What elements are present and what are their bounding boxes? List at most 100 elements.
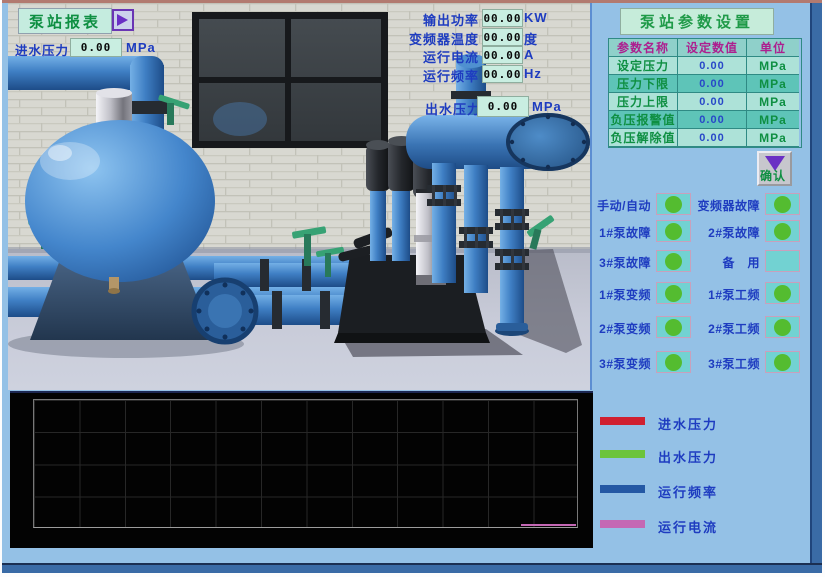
- run-current-value: 00.00: [482, 46, 523, 64]
- status-indicator: [765, 351, 800, 373]
- param-name: 负压解除值: [609, 129, 678, 147]
- status-indicator: [765, 193, 800, 215]
- status-label: 手动/自动: [597, 197, 651, 214]
- right-border: [810, 3, 822, 573]
- outlet-pressure-label: 出水压力: [425, 99, 481, 118]
- status-label: 备 用: [722, 254, 760, 271]
- legend-swatch-outlet-pressure: [600, 450, 645, 458]
- pump-station-hmi: 泵站报表 进水压力 0.00 MPa 输出功率 00.00 KW 变频器温度 0…: [0, 0, 825, 577]
- status-label: 变频器故障: [697, 197, 760, 214]
- lamp-on-icon: [665, 354, 682, 371]
- report-play-button[interactable]: [112, 9, 134, 31]
- flanged-end-cap: [192, 278, 258, 344]
- inverter-temp-value: 00.00: [482, 28, 523, 46]
- legend-label: 运行电流: [658, 517, 718, 536]
- status-label: 2#泵工频: [708, 320, 760, 337]
- param-unit: MPa: [747, 57, 799, 75]
- status-indicator: [656, 282, 691, 304]
- status-indicator: [765, 250, 800, 272]
- legend-label: 出水压力: [658, 447, 718, 466]
- status-indicator: [656, 351, 691, 373]
- trend-plot-area: [33, 399, 578, 528]
- confirm-button-label: 确认: [760, 167, 786, 184]
- status-indicator: [765, 282, 800, 304]
- lamp-on-icon: [774, 354, 791, 371]
- output-power-unit: KW: [524, 10, 548, 25]
- lamp-on-icon: [774, 285, 791, 302]
- status-lamp-grid: 手动/自动 变频器故障 1#泵故障 2#泵故障 3#泵故障 备 用 1#泵变频 …: [592, 193, 802, 378]
- status-indicator: [765, 220, 800, 242]
- top-border-strip: [0, 0, 825, 3]
- legend-label: 运行频率: [658, 482, 718, 501]
- lamp-on-icon: [665, 285, 682, 302]
- col-header-setvalue: 设定数值: [678, 39, 747, 57]
- col-header-name: 参数名称: [609, 39, 678, 57]
- status-label: 3#泵变频: [599, 355, 651, 372]
- settings-panel-title: 泵站参数设置: [620, 8, 774, 35]
- inlet-pressure-unit: MPa: [126, 40, 156, 55]
- legend-swatch-run-current: [600, 520, 645, 528]
- inlet-pressure-value: 0.00: [70, 38, 122, 57]
- status-label: 2#泵故障: [708, 224, 760, 241]
- status-label: 3#泵故障: [599, 254, 651, 271]
- status-indicator: [656, 193, 691, 215]
- status-indicator: [656, 316, 691, 338]
- play-triangle-icon: [117, 14, 128, 26]
- param-value-field[interactable]: 0.00: [678, 75, 747, 93]
- bottom-edge: [0, 573, 825, 577]
- confirm-button[interactable]: 确认: [757, 151, 792, 186]
- lamp-on-icon: [665, 253, 682, 270]
- param-name: 负压报警值: [609, 111, 678, 129]
- inverter-temp-label: 变频器温度: [409, 29, 479, 48]
- status-indicator: [765, 316, 800, 338]
- left-edge: [0, 0, 2, 577]
- inverter-temp-unit: 度: [524, 29, 538, 48]
- lamp-on-icon: [665, 319, 682, 336]
- lamp-on-icon: [665, 196, 682, 213]
- trend-chart: [10, 391, 593, 548]
- status-label: 1#泵变频: [599, 286, 651, 303]
- window: [192, 12, 388, 148]
- outlet-pressure-value: 0.00: [477, 96, 529, 117]
- run-frequency-label: 运行频率: [423, 66, 479, 85]
- output-power-value: 00.00: [482, 9, 523, 27]
- param-value-field[interactable]: 0.00: [678, 93, 747, 111]
- status-label: 1#泵故障: [599, 224, 651, 241]
- status-indicator: [656, 220, 691, 242]
- param-unit: MPa: [747, 75, 799, 93]
- status-indicator: [656, 250, 691, 272]
- run-current-unit: A: [524, 47, 534, 62]
- outlet-pressure-unit: MPa: [532, 99, 562, 114]
- lamp-on-icon: [774, 196, 791, 213]
- run-frequency-unit: Hz: [524, 66, 542, 81]
- run-current-label: 运行电流: [423, 47, 479, 66]
- param-unit: MPa: [747, 111, 799, 129]
- legend-swatch-run-frequency: [600, 485, 645, 493]
- param-value-field[interactable]: 0.00: [678, 57, 747, 75]
- inlet-pressure-label: 进水压力: [15, 40, 69, 59]
- param-value-field[interactable]: 0.00: [678, 111, 747, 129]
- lamp-on-icon: [665, 223, 682, 240]
- param-unit: MPa: [747, 129, 799, 147]
- param-unit: MPa: [747, 93, 799, 111]
- param-value-field[interactable]: 0.00: [678, 129, 747, 147]
- param-name: 压力下限: [609, 75, 678, 93]
- legend-swatch-inlet-pressure: [600, 417, 645, 425]
- status-label: 3#泵工频: [708, 355, 760, 372]
- current-trace-segment: [521, 524, 576, 526]
- legend-label: 进水压力: [658, 414, 718, 433]
- report-button[interactable]: 泵站报表: [18, 8, 112, 34]
- run-frequency-value: 00.00: [482, 65, 523, 83]
- lamp-on-icon: [774, 223, 791, 240]
- bottom-border: [2, 563, 822, 573]
- param-name: 设定压力: [609, 57, 678, 75]
- parameter-table: 参数名称 设定数值 单位 设定压力 0.00 MPa 压力下限 0.00 MPa…: [608, 38, 802, 148]
- trend-legend: 进水压力 出水压力 运行频率 运行电流: [592, 410, 817, 540]
- output-power-label: 输出功率: [423, 10, 479, 29]
- col-header-unit: 单位: [747, 39, 799, 57]
- status-label: 1#泵工频: [708, 286, 760, 303]
- pressure-tank: [25, 120, 215, 282]
- status-label: 2#泵变频: [599, 320, 651, 337]
- lamp-on-icon: [774, 319, 791, 336]
- param-name: 压力上限: [609, 93, 678, 111]
